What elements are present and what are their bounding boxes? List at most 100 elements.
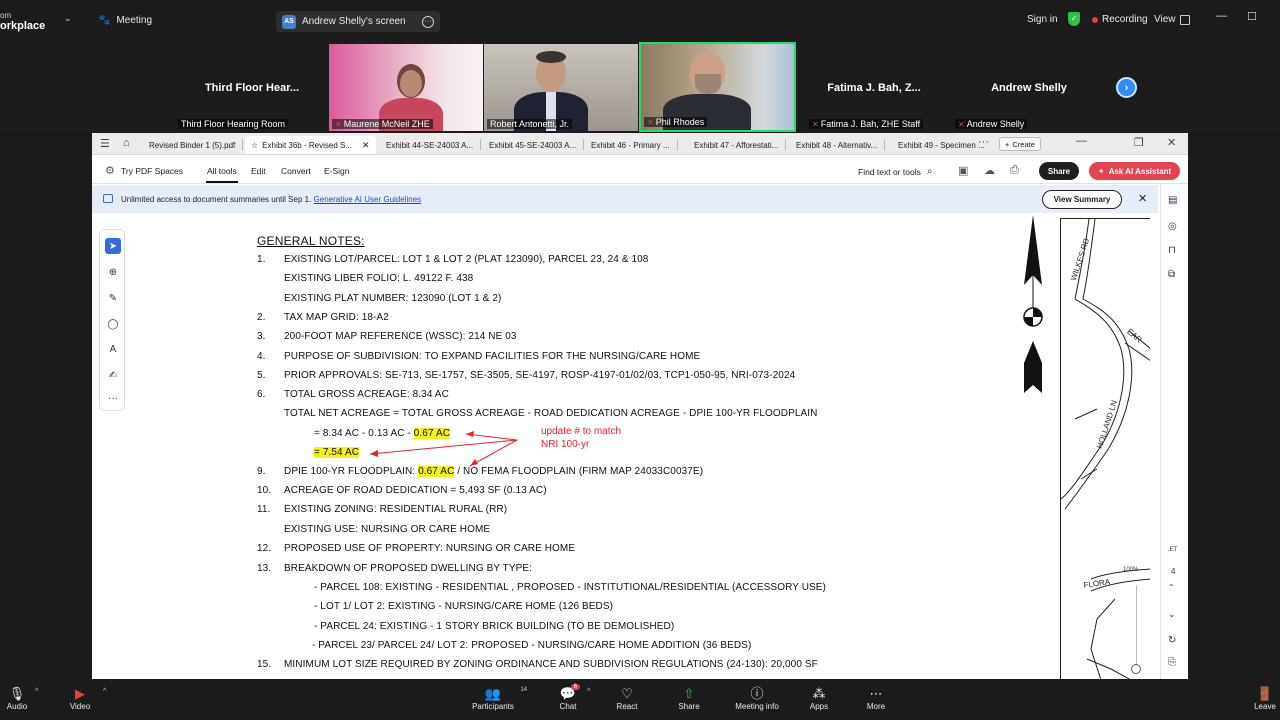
try-pdf-spaces-button[interactable]: Try PDF Spaces [121, 166, 183, 176]
print-icon[interactable]: ⎙ [1010, 164, 1019, 177]
zoom-knob[interactable] [1131, 664, 1141, 674]
page-down-icon[interactable]: ⌄ [1168, 609, 1176, 620]
view-menu-button[interactable]: View [1154, 14, 1190, 25]
meeting-info-button[interactable]: ⓘ Meeting info [730, 685, 784, 711]
audio-button[interactable]: 🎙 Audio [4, 685, 30, 711]
ai-panel-icon[interactable]: ▤ [1168, 195, 1177, 206]
tab-exhibit-44[interactable]: Exhibit 44-SE-24003 A... [386, 136, 482, 154]
participants-button[interactable]: 👥 14 Participants [467, 685, 527, 711]
create-button[interactable]: + Create [999, 137, 1041, 151]
save-page-icon[interactable]: ⎘ [1168, 657, 1176, 668]
participant-tile[interactable]: Third Floor Hear... Third Floor Hearing … [175, 42, 329, 132]
participant-tile-active-speaker[interactable]: ✕ Phil Rhodes [639, 42, 796, 132]
chevron-down-icon[interactable]: ⌄ [64, 13, 72, 24]
participant-tile[interactable]: Fatima J. Bah, Z... ✕ Fatima J. Bah, ZHE … [797, 42, 951, 132]
tab-revised-binder[interactable]: Revised Binder 1 (5).pdf [149, 136, 244, 154]
edit-tab[interactable]: Edit [251, 166, 266, 176]
more-tools-icon[interactable]: ··· [105, 390, 121, 406]
page-up-icon[interactable]: ⌃ [1168, 583, 1175, 592]
tab-exhibit-49[interactable]: Exhibit 49 - Specimen ... [898, 136, 985, 154]
document-summary-icon [103, 194, 113, 203]
tab-exhibit-48[interactable]: Exhibit 48 - Alternativ... [796, 136, 886, 154]
participant-strip: Third Floor Hear... Third Floor Hearing … [0, 42, 1280, 132]
pencil-icon[interactable]: ✎ [105, 290, 121, 306]
right-tool-rail: ▤ ◎ ⊓ ⧉ .ET 4 ⌃ ⌄ ↻ ⎘ [1160, 185, 1188, 679]
apps-button[interactable]: ⁂ Apps [804, 685, 834, 711]
shield-check-icon[interactable]: ✓ [1068, 12, 1080, 26]
stamp-icon[interactable]: ✍ [105, 367, 121, 383]
more-tabs-icon[interactable]: ··· [978, 136, 989, 148]
ai-guidelines-link[interactable]: Generative AI User Guidelines [314, 195, 422, 204]
find-tools-search[interactable]: Find text or tools ⌕ [858, 166, 932, 177]
close-tab-icon[interactable]: ✕ [362, 140, 370, 151]
maximize-icon[interactable]: ☐ [1247, 10, 1257, 23]
ask-ai-assistant-button[interactable]: ✦ Ask AI Assistant [1089, 162, 1180, 180]
participant-video [484, 44, 638, 131]
save-icon[interactable]: ▣ [958, 164, 968, 177]
home-icon[interactable]: ⌂ [123, 137, 130, 149]
bookmark-icon[interactable]: ⊓ [1168, 245, 1176, 256]
chat-options-caret[interactable]: ^ [587, 688, 590, 695]
copy-pages-icon[interactable]: ⧉ [1168, 269, 1175, 280]
upload-cloud-icon[interactable]: ☁ [984, 164, 995, 177]
more-button[interactable]: ⋯ More [861, 685, 891, 711]
dwelling-breakdown-item: - PARCEL 108: EXISTING - RESIDENTIAL , P… [314, 582, 826, 593]
tab-exhibit-45[interactable]: Exhibit 45-SE-24003 A... [489, 136, 585, 154]
star-icon: ☆ [251, 140, 259, 150]
leave-button[interactable]: 🚪 Leave [1250, 685, 1280, 711]
tab-exhibit-47[interactable]: Exhibit 47 - Afforestati... [694, 136, 787, 154]
zoom-slider[interactable]: 100% [1123, 563, 1150, 675]
view-summary-button[interactable]: View Summary [1042, 190, 1122, 209]
participant-tile[interactable]: Andrew Shelly ✕ Andrew Shelly [952, 42, 1106, 132]
dwelling-breakdown-item: - PARCEL 24: EXISTING - 1 STORY BRICK BU… [314, 620, 675, 632]
lasso-icon[interactable]: ◯ [105, 316, 121, 332]
close-banner-icon[interactable]: ✕ [1138, 192, 1147, 205]
restore-icon[interactable]: ❐ [1134, 136, 1144, 149]
meeting-tab[interactable]: 🐾 Meeting [98, 15, 152, 26]
minimize-icon[interactable]: — [1076, 135, 1087, 147]
left-tool-palette: ➤ ⊕ ✎ ◯ A ✍ ··· [99, 229, 125, 411]
e-sign-tab[interactable]: E-Sign [324, 166, 350, 176]
screen-share-indicator[interactable]: AS Andrew Shelly's screen ··· [276, 11, 440, 32]
share-screen-button[interactable]: ⇧ Share [674, 685, 704, 711]
ai-sparkle-icon: ✦ [1097, 166, 1105, 176]
video-button[interactable]: ▶ Video [66, 685, 94, 711]
zoom-track [1136, 585, 1137, 665]
participant-tile[interactable]: ✕ Maurene McNeil ZHE [329, 42, 483, 132]
menu-icon[interactable]: ☰ [100, 137, 110, 150]
share-button[interactable]: Share [1039, 162, 1079, 180]
close-window-icon[interactable]: ✕ [1167, 136, 1176, 149]
select-cursor-icon[interactable]: ➤ [105, 238, 121, 254]
tab-exhibit-36b[interactable]: ☆ Exhibit 36b - Revised S... ✕ [245, 136, 376, 154]
layers-icon[interactable]: .ET [1168, 547, 1177, 553]
chat-button[interactable]: 💬 6 Chat [554, 684, 582, 711]
participant-tile[interactable]: Robert Antonetti, Jr. [484, 42, 638, 132]
react-button[interactable]: ♡ React [612, 685, 642, 711]
microphone-icon: 🎙 [8, 686, 26, 701]
next-page-arrow-icon[interactable]: › [1116, 77, 1137, 98]
sign-in-link[interactable]: Sign in [1027, 14, 1058, 25]
general-notes: GENERAL NOTES: 1. EXISTING LOT/PARCEL: LO… [132, 213, 1032, 679]
chat-unread-badge: 6 [570, 684, 580, 690]
apps-grid-icon: ⁂ [812, 686, 826, 701]
annotation-arrows[interactable] [132, 213, 552, 473]
dwelling-breakdown-item: - LOT 1/ LOT 2: EXISTING - NURSING/CARE … [314, 601, 614, 613]
recording-indicator[interactable]: Recording [1092, 14, 1148, 25]
red-annotation-text[interactable]: update # to match [541, 426, 621, 437]
search-icon: ⌕ [926, 166, 933, 177]
acrobat-tab-bar: ☰ ⌂ Revised Binder 1 (5).pdf ☆ Exhibit 36… [92, 133, 1188, 155]
more-options-icon[interactable]: ··· [422, 15, 434, 28]
comment-icon[interactable]: ◎ [1168, 221, 1177, 232]
note-item-15: 15. MINIMUM LOT SIZE REQUIRED BY ZONING … [257, 659, 818, 670]
audio-options-caret[interactable]: ^ [35, 688, 38, 695]
all-tools-tab[interactable]: All tools [207, 166, 237, 176]
zoom-tool-icon[interactable]: ⊕ [105, 264, 121, 280]
paw-icon: 🐾 [98, 15, 111, 26]
convert-tab[interactable]: Convert [281, 166, 311, 176]
video-options-caret[interactable]: ^ [103, 688, 106, 695]
zoom-percentage: 100% [1123, 567, 1139, 573]
tab-exhibit-46[interactable]: Exhibit 46 - Primary ... [591, 136, 678, 154]
rotate-icon[interactable]: ↻ [1168, 635, 1176, 646]
minimize-icon[interactable]: — [1216, 10, 1227, 22]
text-box-icon[interactable]: A [105, 341, 121, 357]
